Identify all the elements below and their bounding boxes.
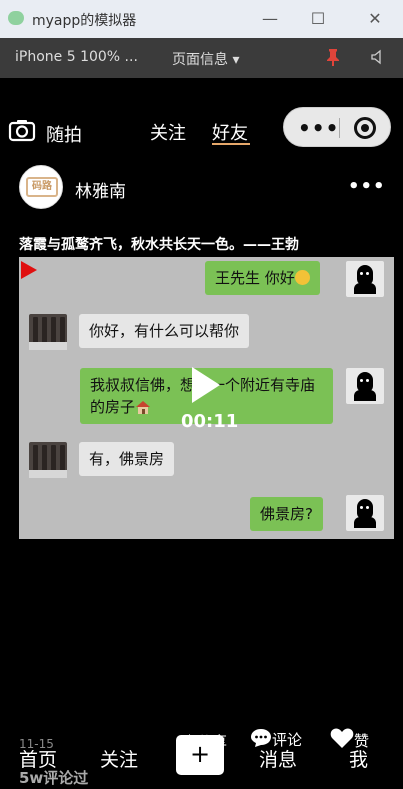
chat-bubble: 佛景房?: [250, 497, 323, 531]
minimize-icon[interactable]: —: [255, 6, 285, 32]
window-title: myapp的模拟器: [32, 13, 137, 29]
capsule-close-icon[interactable]: [354, 117, 376, 139]
add-post-button[interactable]: +: [176, 735, 224, 775]
chat-avatar-masked: [346, 261, 384, 297]
nav-following[interactable]: 关注: [100, 745, 138, 772]
page-info-dropdown[interactable]: 页面信息 ▾: [172, 49, 239, 69]
chat-avatar-books: [29, 442, 67, 478]
camera-icon[interactable]: [8, 118, 36, 142]
chat-text: 你好，有什么可以帮你: [89, 322, 240, 340]
comment-count: 5w评论过: [19, 769, 89, 787]
red-triangle-marker-icon: [21, 261, 37, 279]
post-caption: 落霞与孤鹜齐飞，秋水共长天一色。——王勃: [19, 237, 299, 253]
window-title-bar: myapp的模拟器 — ☐ ✕: [0, 0, 403, 38]
house-emoji-icon: [136, 401, 151, 414]
chat-bubble: 有，佛景房: [79, 442, 175, 476]
active-tab-indicator: [212, 143, 250, 145]
device-selector[interactable]: iPhone 5 100% ...: [15, 49, 138, 65]
maximize-icon[interactable]: ☐: [303, 6, 333, 32]
chat-avatar-masked: [346, 495, 384, 531]
author-avatar[interactable]: 码路: [19, 165, 63, 209]
nav-messages[interactable]: 消息: [259, 745, 297, 772]
author-name[interactable]: 林雅南: [75, 177, 126, 202]
more-options-icon[interactable]: •••: [348, 176, 386, 197]
nav-me[interactable]: 我: [349, 745, 368, 772]
smile-emoji-icon: [294, 270, 310, 285]
pin-icon[interactable]: [326, 48, 340, 66]
chat-avatar-books: [29, 314, 67, 350]
capsule-divider: [339, 118, 340, 138]
video-duration: 00:11: [181, 411, 239, 432]
play-icon[interactable]: [192, 367, 220, 403]
simulator-toolbar: iPhone 5 100% ... 页面信息 ▾: [0, 38, 403, 78]
chat-avatar-masked: [346, 368, 384, 404]
tab-friends[interactable]: 好友: [212, 119, 248, 145]
chat-bubble: 你好，有什么可以帮你: [79, 314, 250, 348]
app-icon: [8, 11, 24, 25]
capsule-more-icon[interactable]: •••: [298, 116, 339, 140]
chat-bubble: 王先生 你好: [205, 261, 320, 295]
speaker-icon[interactable]: [370, 49, 386, 65]
avatar-logo: 码路: [26, 177, 58, 197]
tab-following[interactable]: 关注: [150, 119, 186, 145]
chat-text: 有，佛景房: [89, 450, 165, 468]
close-icon[interactable]: ✕: [360, 6, 390, 32]
quick-shot-label[interactable]: 随拍: [46, 121, 82, 147]
mini-program-capsule: •••: [283, 107, 391, 147]
chat-text: 王先生 你好: [215, 269, 295, 287]
chat-text: 佛景房?: [260, 505, 313, 523]
